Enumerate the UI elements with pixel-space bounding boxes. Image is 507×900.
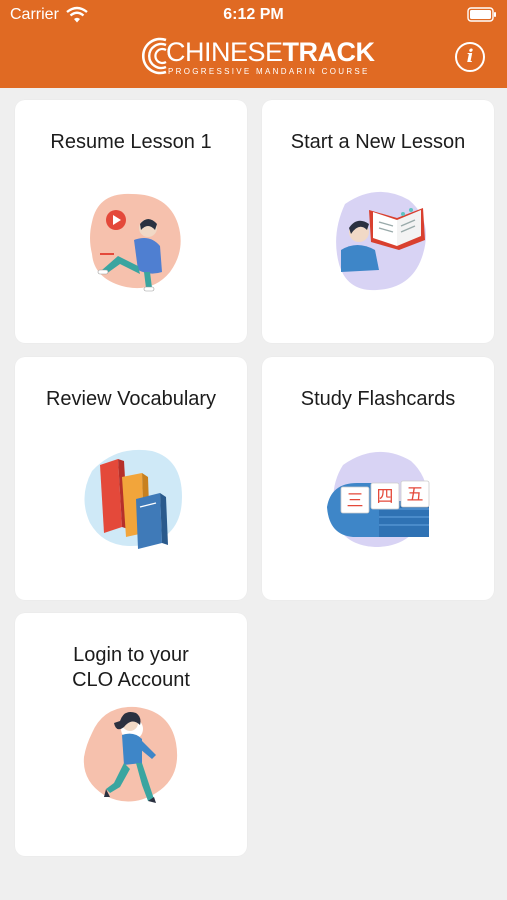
resume-lesson-title: Resume Lesson 1: [50, 131, 212, 153]
logo-subtitle: PROGRESSIVE MANDARIN COURSE: [168, 67, 370, 76]
walking-person-illustration-icon: [83, 706, 178, 803]
status-bar: Carrier 6:12 PM: [0, 0, 507, 30]
app-header: Carrier 6:12 PM CHINESETRACK PROGRESSIVE…: [0, 0, 507, 88]
flashcards-illustration-icon: 三 四 五: [327, 451, 430, 547]
study-flashcards-card[interactable]: Study Flashcards 三 四 五: [262, 357, 494, 600]
review-vocabulary-title: Review Vocabulary: [45, 388, 217, 410]
start-new-lesson-card[interactable]: Start a New Lesson: [262, 100, 494, 343]
review-vocabulary-card[interactable]: Review Vocabulary: [15, 357, 247, 600]
study-flashcards-title: Study Flashcards: [300, 388, 456, 410]
start-new-lesson-title: Start a New Lesson: [290, 131, 466, 153]
logo-word-chinese: CHINESE: [166, 37, 283, 67]
open-book-illustration-icon: [336, 191, 426, 291]
login-clo-account-card[interactable]: Login to your CLO Account: [15, 613, 247, 856]
logo-word-track: TRACK: [282, 37, 376, 67]
login-title-line-1: Login to your: [73, 644, 189, 666]
login-clo-account-title: Login to your CLO Account: [23, 643, 239, 693]
resume-lesson-card[interactable]: Resume Lesson 1: [15, 100, 247, 343]
flashcard-char-1: 三: [347, 491, 364, 511]
clock-time: 6:12 PM: [223, 6, 284, 23]
chinese-track-logo: CHINESETRACK PROGRESSIVE MANDARIN COURSE: [138, 34, 378, 82]
flashcard-char-2: 四: [377, 487, 394, 507]
video-lesson-illustration-icon: [90, 193, 181, 292]
info-button[interactable]: i: [455, 42, 485, 72]
books-illustration-icon: [84, 449, 182, 549]
login-title-line-2: CLO Account: [72, 669, 190, 691]
flashcard-char-3: 五: [407, 485, 424, 505]
logo-wordmark: CHINESETRACK: [166, 37, 375, 67]
battery-icon: [467, 7, 496, 22]
